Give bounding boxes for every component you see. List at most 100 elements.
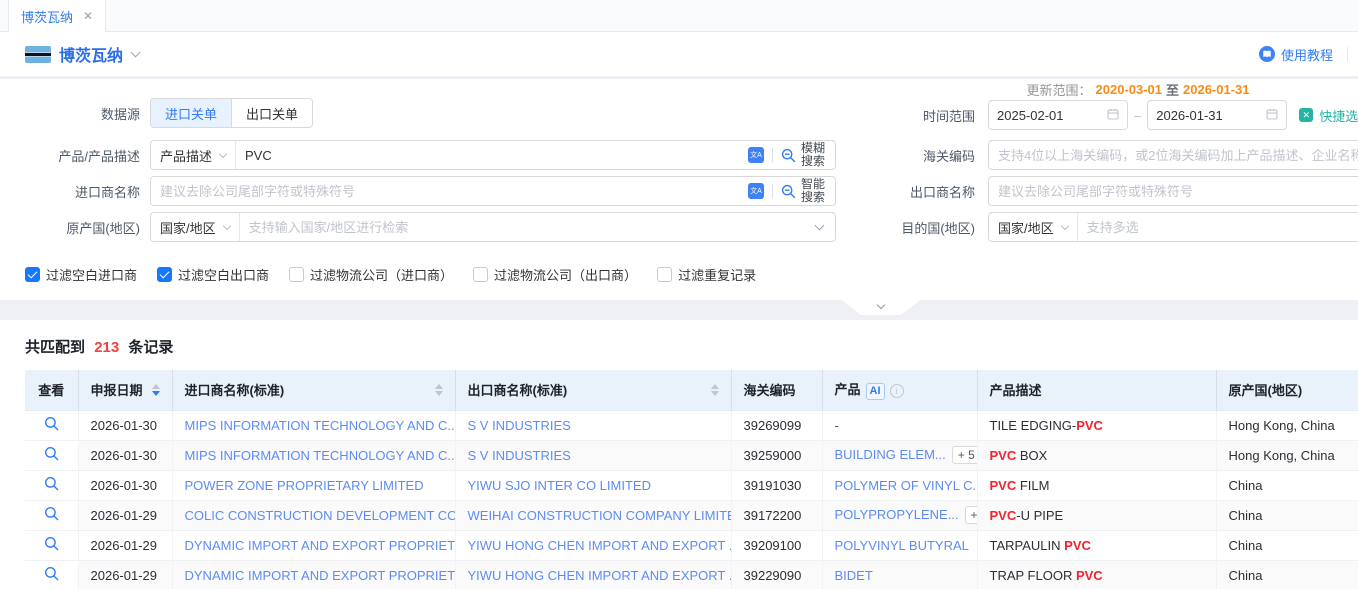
checkbox-filter-logistics-exporter[interactable]: 过滤物流公司（出口商） (473, 265, 637, 284)
view-record-button[interactable] (25, 440, 78, 470)
cell-description: TILE EDGING-PVC (977, 410, 1216, 440)
panel-gap (0, 300, 1358, 320)
table-row: 2026-01-29 COLIC CONSTRUCTION DEVELOPMEN… (25, 500, 1358, 530)
results-table: 查看 申报日期 进口商名称(标准) (25, 370, 1358, 589)
date-range-separator: – (1134, 108, 1141, 123)
checkbox-unchecked-icon (657, 267, 672, 282)
view-record-button[interactable] (25, 500, 78, 530)
checkbox-filter-blank-exporter[interactable]: 过滤空白出口商 (157, 265, 269, 284)
update-range: 更新范围： 2020-03-01 至 2026-01-31 (988, 80, 1288, 99)
product-type-select[interactable]: 产品描述 (151, 141, 236, 169)
checkbox-unchecked-icon (289, 267, 304, 282)
product-link[interactable]: POLYMER OF VINYL C... (835, 478, 978, 493)
col-declaration-date[interactable]: 申报日期 (78, 370, 172, 410)
origin-region-value: 国家/地区 (160, 218, 216, 237)
col-exporter-name[interactable]: 出口商名称(标准) (455, 370, 731, 410)
exporter-link[interactable]: YIWU HONG CHEN IMPORT AND EXPORT ... (468, 568, 732, 583)
update-range-end: 2026-01-31 (1183, 82, 1250, 97)
info-icon[interactable]: i (890, 384, 904, 398)
smart-search-button[interactable]: 智能搜索 (773, 178, 835, 204)
calendar-icon (1266, 108, 1278, 123)
quick-options-link[interactable]: ✕ 快捷选项 (1299, 106, 1358, 125)
view-record-button[interactable] (25, 560, 78, 589)
exporter-link[interactable]: WEIHAI CONSTRUCTION COMPANY LIMITED (468, 508, 732, 523)
cell-date: 2026-01-30 (78, 410, 172, 440)
col-origin-country: 原产国(地区) (1216, 370, 1358, 410)
tab-close-icon[interactable]: ✕ (83, 10, 93, 22)
col-hs-code: 海关编码 (731, 370, 822, 410)
checkbox-checked-icon (25, 267, 40, 282)
start-date-input[interactable] (997, 108, 1107, 123)
table-row: 2026-01-30 MIPS INFORMATION TECHNOLOGY A… (25, 410, 1358, 440)
cell-description: PVC BOX (977, 440, 1216, 470)
col-product: 产品AIi (822, 370, 977, 410)
exporter-link[interactable]: YIWU HONG CHEN IMPORT AND EXPORT ... (468, 538, 732, 553)
destination-input[interactable] (1078, 220, 1358, 235)
product-input[interactable] (236, 148, 748, 163)
fuzzy-search-button[interactable]: 模糊搜索 (773, 142, 835, 168)
cell-date: 2026-01-30 (78, 470, 172, 500)
tab-botswana[interactable]: 博茨瓦纳 ✕ (8, 0, 106, 32)
search-minus-icon (781, 184, 796, 199)
botswana-flag-icon (25, 46, 51, 63)
product-link[interactable]: POLYVINYL BUTYRAL (835, 538, 969, 553)
product-link[interactable]: BIDET (835, 568, 873, 583)
product-link[interactable]: POLYPROPYLENE... (835, 507, 959, 522)
translate-icon[interactable]: 文A (748, 147, 764, 163)
chevron-down-icon[interactable] (131, 48, 141, 58)
data-source-segmented: 进口关单 出口关单 (150, 98, 313, 128)
product-link[interactable]: BUILDING ELEM... (835, 447, 946, 462)
exporter-link[interactable]: S V INDUSTRIES (468, 418, 571, 433)
header-right: 使用教程 (1259, 45, 1348, 64)
hs-code-input[interactable] (989, 148, 1358, 163)
destination-region-select[interactable]: 国家/地区 (989, 213, 1078, 241)
cell-hs-code: 39259000 (731, 440, 822, 470)
cell-hs-code: 39209100 (731, 530, 822, 560)
search-minus-icon (781, 148, 796, 163)
importer-input[interactable] (151, 184, 748, 199)
destination-region-value: 国家/地区 (998, 218, 1054, 237)
sort-icons[interactable] (152, 384, 160, 396)
view-record-button[interactable] (25, 470, 78, 500)
more-products-badge[interactable]: + 5 (952, 446, 977, 464)
importer-link[interactable]: DYNAMIC IMPORT AND EXPORT PROPRIET... (185, 538, 456, 553)
chevron-down-icon[interactable] (815, 221, 825, 231)
exporter-input[interactable] (989, 184, 1358, 199)
translate-icon[interactable]: 文A (748, 183, 764, 199)
update-range-to: 至 (1166, 80, 1179, 99)
importer-link[interactable]: DYNAMIC IMPORT AND EXPORT PROPRIET... (185, 568, 456, 583)
table-row: 2026-01-29 DYNAMIC IMPORT AND EXPORT PRO… (25, 530, 1358, 560)
results-table-wrap: 查看 申报日期 进口商名称(标准) (25, 370, 1358, 589)
import-declarations-button[interactable]: 进口关单 (151, 99, 231, 127)
col-importer-name[interactable]: 进口商名称(标准) (172, 370, 455, 410)
start-date-field[interactable] (988, 100, 1128, 130)
cell-origin: China (1216, 470, 1358, 500)
more-products-badge[interactable]: + 2 (965, 506, 977, 524)
data-source-row: 数据源 进口关单 出口关单 (0, 98, 313, 128)
origin-region-select[interactable]: 国家/地区 (151, 213, 240, 241)
cell-hs-code: 39229090 (731, 560, 822, 589)
importer-link[interactable]: COLIC CONSTRUCTION DEVELOPMENT CO ... (185, 508, 456, 523)
importer-field-group: 文A 智能搜索 (150, 176, 836, 206)
view-record-button[interactable] (25, 530, 78, 560)
importer-link[interactable]: POWER ZONE PROPRIETARY LIMITED (185, 478, 424, 493)
view-record-button[interactable] (25, 410, 78, 440)
origin-input[interactable] (240, 220, 807, 235)
end-date-input[interactable] (1156, 108, 1266, 123)
checkbox-unchecked-icon (473, 267, 488, 282)
sort-icons[interactable] (435, 384, 443, 396)
sort-icons[interactable] (711, 384, 719, 396)
importer-link[interactable]: MIPS INFORMATION TECHNOLOGY AND C... (185, 418, 456, 433)
checkbox-filter-logistics-importer[interactable]: 过滤物流公司（进口商） (289, 265, 453, 284)
tutorial-link[interactable]: 使用教程 (1281, 45, 1333, 64)
chevron-down-icon (1060, 221, 1068, 229)
checkbox-filter-blank-importer[interactable]: 过滤空白进口商 (25, 265, 137, 284)
exporter-link[interactable]: YIWU SJO INTER CO LIMITED (468, 478, 651, 493)
export-declarations-button[interactable]: 出口关单 (231, 99, 312, 127)
checkbox-filter-duplicates[interactable]: 过滤重复记录 (657, 265, 756, 284)
cell-description: TARPAULIN PVC (977, 530, 1216, 560)
end-date-field[interactable] (1147, 100, 1287, 130)
destination-label: 目的国(地区) (830, 218, 988, 237)
exporter-link[interactable]: S V INDUSTRIES (468, 448, 571, 463)
importer-link[interactable]: MIPS INFORMATION TECHNOLOGY AND C... (185, 448, 456, 463)
